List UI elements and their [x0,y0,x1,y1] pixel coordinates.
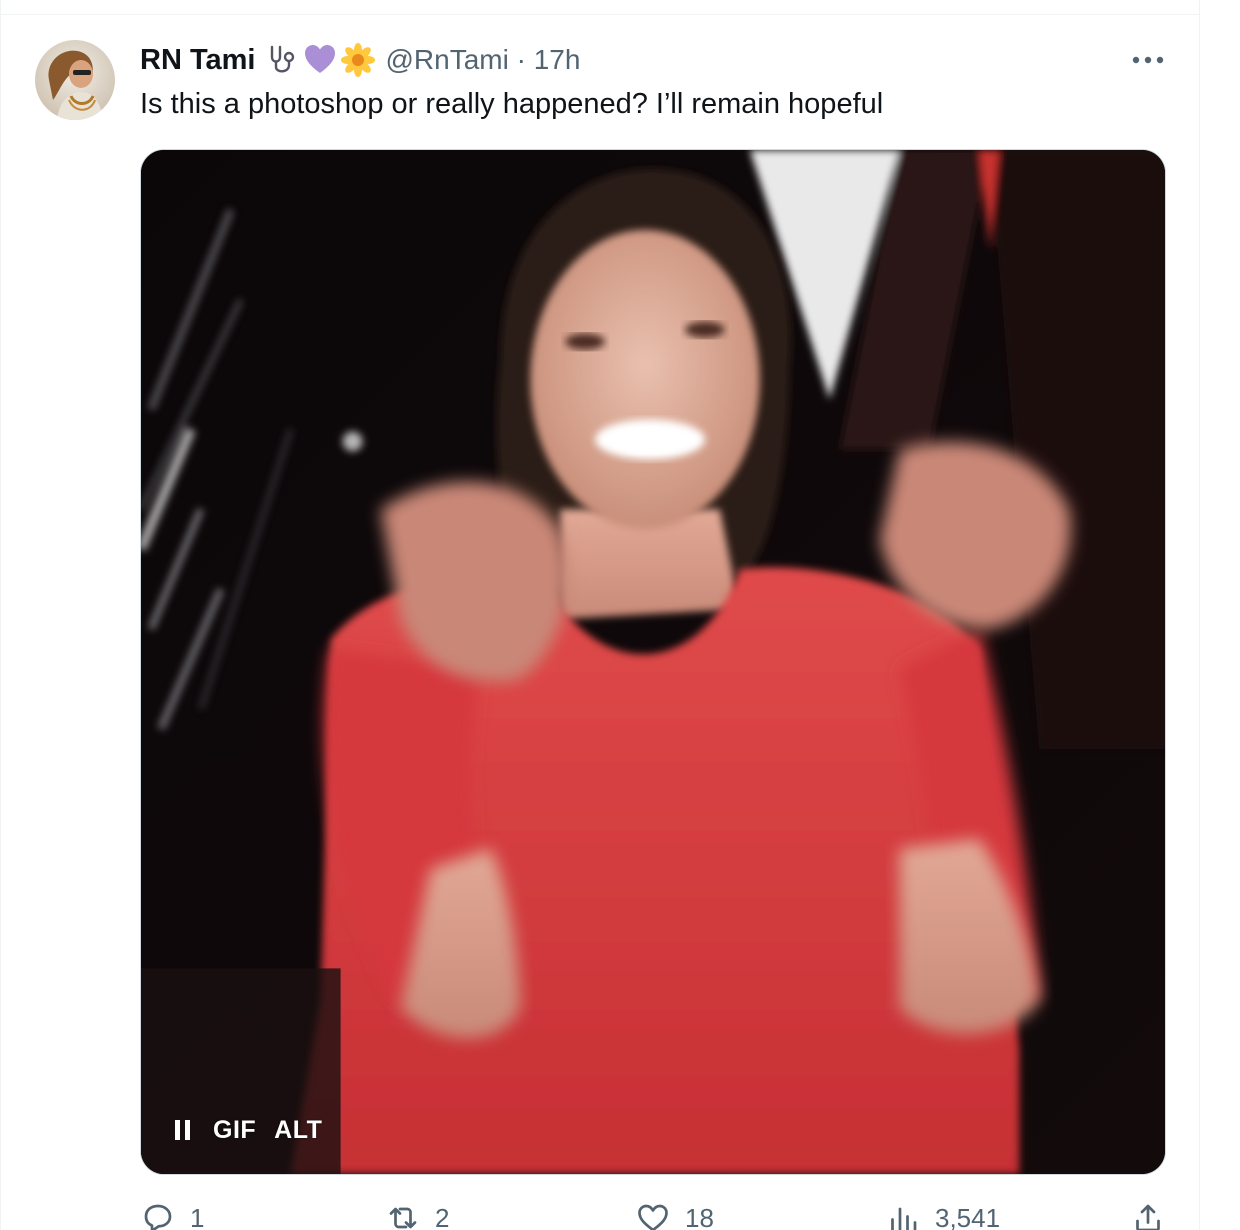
views-icon [891,1207,917,1230]
alt-badge[interactable]: ALT [274,1116,322,1145]
tweet-header: RN Tami @RnTami · 17h [140,40,580,80]
blossom-icon [341,43,376,77]
like-button[interactable]: 18 [635,1200,714,1230]
separator: · [516,44,526,75]
name-emojis [265,43,376,77]
timestamp[interactable]: 17h [534,44,581,75]
repost-icon [389,1207,417,1229]
purple-heart-icon [303,43,337,77]
top-divider [0,14,1200,15]
repost-count: 2 [435,1202,450,1230]
tweet-card: RN Tami @RnTami · 17h Is this a photosho… [0,0,1240,1230]
right-divider [1199,0,1200,1230]
share-icon [1136,1204,1160,1230]
avatar[interactable] [35,40,115,120]
media-controls: GIF ALT [175,1116,322,1145]
left-divider [0,0,1,1230]
stethoscope-icon [265,43,299,77]
views-button[interactable]: 3,541 [885,1200,1000,1230]
gif-badge[interactable]: GIF [213,1116,256,1145]
action-bar: 1 2 18 3,541 [140,1200,1170,1230]
like-count: 18 [685,1202,714,1230]
more-options-button[interactable] [1126,44,1170,76]
reply-icon [144,1204,172,1230]
heart-icon [638,1204,668,1230]
handle-and-time[interactable]: @RnTami · 17h [385,44,580,76]
reply-count: 1 [190,1202,205,1230]
gif-media[interactable]: GIF ALT [140,149,1166,1175]
handle[interactable]: @RnTami [385,44,508,75]
pause-icon-bar [185,1119,190,1140]
pause-button[interactable] [175,1119,195,1142]
repost-button[interactable]: 2 [385,1200,449,1230]
gif-frame-image [141,150,1165,1174]
share-button[interactable] [1130,1200,1166,1230]
reply-button[interactable]: 1 [140,1200,204,1230]
view-count: 3,541 [935,1202,1001,1230]
more-icon [1132,56,1164,64]
tweet-text: Is this a photoshop or really happened? … [140,88,884,120]
display-name[interactable]: RN Tami [140,44,255,77]
pause-icon [175,1119,180,1140]
